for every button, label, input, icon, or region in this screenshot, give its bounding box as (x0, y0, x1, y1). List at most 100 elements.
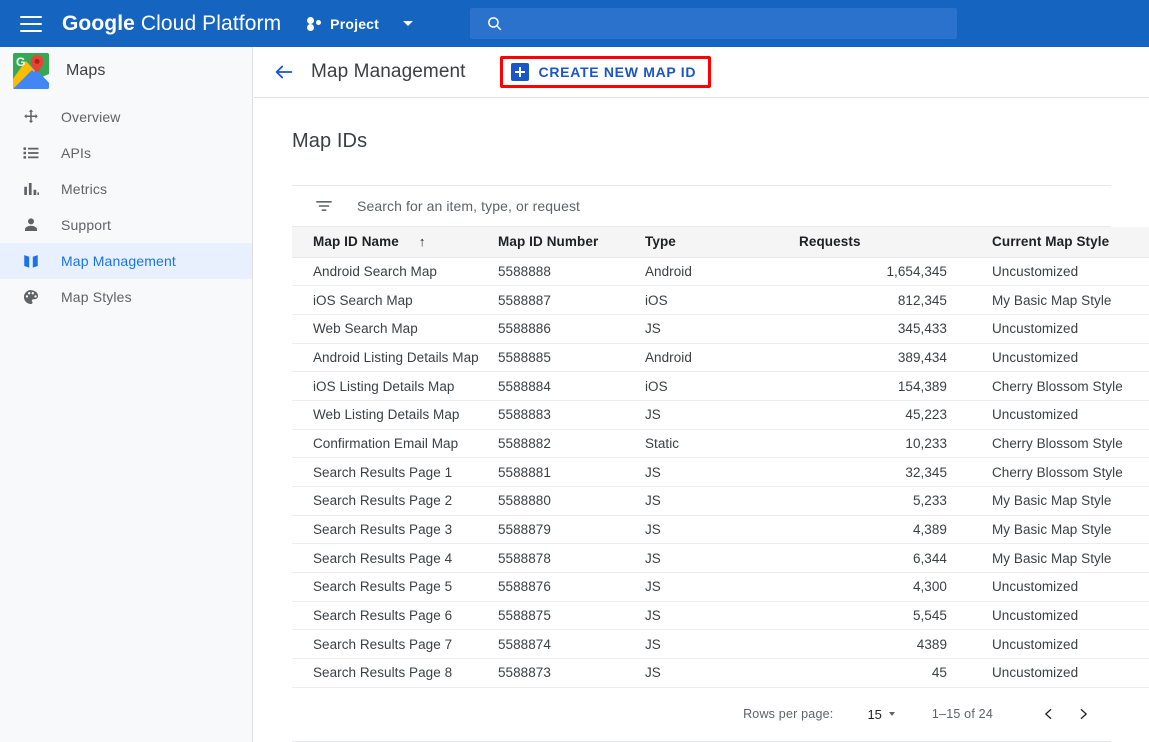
chevron-right-icon[interactable] (1066, 705, 1101, 723)
cell-type: Android (645, 257, 799, 287)
table-row[interactable]: Search Results Page 1 5588881 JS 32,345 Cher… (292, 457, 1149, 487)
sidebar-item-label: Metrics (61, 181, 108, 197)
project-label: Project (330, 15, 380, 32)
table-row[interactable]: iOS Search Map 5588887 iOS 812,345 My Basic … (292, 285, 1149, 315)
back-arrow-icon[interactable] (273, 61, 295, 83)
column-header-current-map-style[interactable]: Current Map Style (974, 227, 1149, 258)
table-row[interactable]: Search Results Page 4 5588878 JS 6,344 My Ba… (292, 543, 1149, 574)
cell-current-map-style: Uncustomized (974, 343, 1149, 373)
table-filter-bar[interactable]: Search for an item, type, or request (292, 186, 1111, 227)
sidebar-item-metrics[interactable]: Metrics (0, 171, 252, 207)
cell-map-id-name: Web Listing Details Map (292, 400, 498, 430)
column-header-requests[interactable]: Requests (799, 227, 974, 258)
cell-map-id-number: 5588883 (498, 400, 645, 430)
table-row[interactable]: Search Results Page 3 5588879 JS 4,389 My Ba… (292, 515, 1149, 545)
cell-requests: 32,345 (799, 457, 974, 487)
cell-map-id-name: Search Results Page 3 (292, 515, 498, 545)
gcp-brand-logo[interactable]: Google Cloud Platform (62, 12, 281, 36)
cell-map-id-number: 5588882 (498, 429, 645, 459)
table-row[interactable]: Web Search Map 5588886 JS 345,433 Uncustomiz… (292, 314, 1149, 344)
table-row[interactable]: Search Results Page 6 5588875 JS 5,545 Uncus… (292, 601, 1149, 631)
rows-per-page-label: Rows per page: (743, 707, 834, 722)
cell-type: iOS (645, 285, 799, 315)
google-maps-logo-icon: G (13, 53, 49, 89)
overview-move-icon (21, 107, 41, 127)
cell-map-id-name: Search Results Page 5 (292, 572, 498, 602)
cell-current-map-style: Uncustomized (974, 314, 1149, 344)
chevron-left-icon[interactable] (1031, 705, 1066, 723)
table-filter-input[interactable]: Search for an item, type, or request (357, 198, 580, 214)
cell-requests: 10,233 (799, 429, 974, 459)
column-header-type[interactable]: Type (645, 227, 799, 258)
table-pagination: Rows per page: 15 1–15 of 24 (292, 688, 1111, 742)
cell-map-id-number: 5588884 (498, 371, 645, 401)
palette-icon (21, 287, 41, 307)
global-search-input[interactable] (470, 8, 957, 39)
project-selector[interactable]: Project (307, 16, 379, 32)
page-header: Map Management CREATE NEW MAP ID (254, 47, 1149, 98)
sidebar-item-label: Map Management (61, 253, 176, 269)
cell-map-id-number: 5588888 (498, 257, 645, 287)
person-icon (21, 215, 41, 235)
sidebar: G Maps Overview APIs Metrics Support Map… (0, 47, 253, 742)
column-header-map-id-name[interactable]: Map ID Name ↑ (292, 227, 498, 258)
table-row[interactable]: Search Results Page 2 5588880 JS 5,233 My Ba… (292, 486, 1149, 516)
cell-type: JS (645, 601, 799, 631)
sidebar-item-label: Overview (61, 109, 121, 125)
cell-current-map-style: My Basic Map Style (974, 515, 1149, 545)
cell-map-id-name: Confirmation Email Map (292, 429, 498, 459)
cell-map-id-name: Search Results Page 8 (292, 658, 498, 688)
sidebar-item-map-styles[interactable]: Map Styles (0, 279, 252, 315)
create-new-map-id-button[interactable]: CREATE NEW MAP ID (499, 56, 712, 88)
cell-type: Static (645, 429, 799, 459)
svg-text:G: G (16, 55, 25, 69)
maps-brand-label: Maps (66, 62, 106, 79)
table-row[interactable]: iOS Listing Details Map 5588884 iOS 154,389… (292, 371, 1149, 401)
hamburger-menu-icon[interactable] (20, 15, 42, 32)
caret-down-icon[interactable] (403, 21, 414, 26)
plus-icon (510, 63, 529, 81)
cell-requests: 6,344 (799, 543, 974, 574)
cell-map-id-name: Search Results Page 4 (292, 543, 498, 574)
column-header-map-id-number[interactable]: Map ID Number (498, 227, 645, 258)
table-row[interactable]: Search Results Page 8 5588873 JS 45 Uncustom… (292, 658, 1149, 688)
cell-map-id-number: 5588881 (498, 457, 645, 487)
cell-current-map-style: Cherry Blossom Style (974, 371, 1149, 401)
filter-list-icon (314, 196, 334, 216)
main-content: Map Management CREATE NEW MAP ID Map IDs… (254, 47, 1149, 742)
table-row[interactable]: Search Results Page 7 5588874 JS 4389 Uncust… (292, 629, 1149, 660)
table-row[interactable]: Android Listing Details Map 5588885 Androi… (292, 343, 1149, 373)
sidebar-item-apis[interactable]: APIs (0, 135, 252, 171)
sort-arrow-up-icon: ↑ (418, 234, 426, 250)
table-header: Map ID Name ↑ Map ID Number Type Requests… (292, 227, 1149, 258)
cell-current-map-style: Uncustomized (974, 257, 1149, 287)
sidebar-item-map-management[interactable]: Map Management (0, 243, 252, 279)
cell-requests: 812,345 (799, 285, 974, 315)
maps-product-brand[interactable]: G Maps (0, 47, 252, 95)
rows-per-page-select[interactable]: 15 (867, 707, 895, 722)
table-row[interactable]: Web Listing Details Map 5588883 JS 45,223 Un… (292, 400, 1149, 430)
cell-map-id-name: Search Results Page 7 (292, 629, 498, 660)
cell-map-id-number: 5588875 (498, 601, 645, 631)
cell-requests: 4,300 (799, 572, 974, 602)
sidebar-item-label: Support (61, 217, 112, 233)
cell-type: JS (645, 457, 799, 487)
cell-current-map-style: Uncustomized (974, 629, 1149, 660)
cell-map-id-name: Search Results Page 1 (292, 457, 498, 487)
chevron-down-icon (888, 712, 895, 717)
map-ids-table: Map ID Name ↑ Map ID Number Type Requests… (292, 227, 1149, 688)
sidebar-item-overview[interactable]: Overview (0, 99, 252, 135)
cell-map-id-name: Web Search Map (292, 314, 498, 344)
cell-type: JS (645, 314, 799, 344)
page-title: Map Management (311, 61, 466, 82)
sidebar-item-support[interactable]: Support (0, 207, 252, 243)
column-header-label: Map ID Name (313, 234, 399, 250)
cell-map-id-name: iOS Listing Details Map (292, 371, 498, 401)
cell-current-map-style: My Basic Map Style (974, 285, 1149, 315)
table-row[interactable]: Confirmation Email Map 5588882 Static 10,23… (292, 429, 1149, 459)
cell-current-map-style: Uncustomized (974, 658, 1149, 688)
cell-requests: 45 (799, 658, 974, 688)
map-icon (21, 251, 41, 271)
table-row[interactable]: Android Search Map 5588888 Android 1,654,34… (292, 257, 1149, 287)
table-row[interactable]: Search Results Page 5 5588876 JS 4,300 Uncus… (292, 572, 1149, 602)
